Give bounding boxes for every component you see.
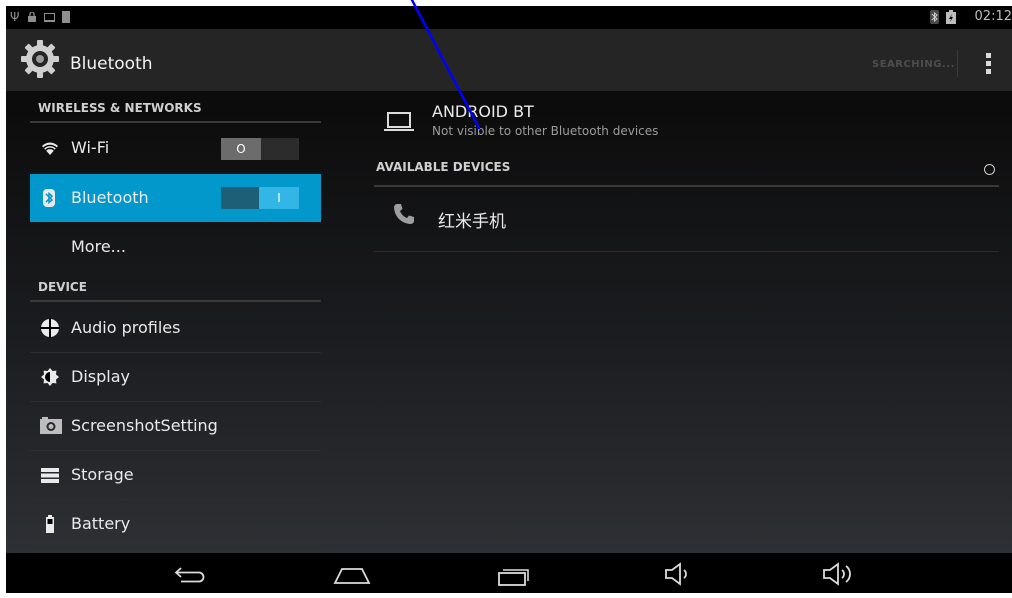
local-device-name: ANDROID BT [432,102,534,121]
clock: 02:12 [974,9,1012,24]
usb-icon: Ψ [10,10,20,24]
sidebar-item-screenshot-setting[interactable]: ScreenshotSetting [30,402,321,450]
recent-apps-icon[interactable] [497,565,531,587]
sidebar-item-wifi[interactable]: Wi-Fi O [30,124,321,172]
divider [374,185,999,187]
volume-up-icon[interactable] [822,562,858,586]
back-icon[interactable] [175,567,207,583]
battery-status-icon [946,10,956,24]
sidebar-item-label: Battery [71,514,131,533]
sidebar-item-audio-profiles[interactable]: Audio profiles [30,304,321,352]
sidebar-item-label: More... [71,237,126,256]
section-header-wireless: WIRELESS & NETWORKS [38,101,202,115]
home-icon[interactable] [333,567,371,585]
android-screen: Ψ 02:12 Bluetooth SEARCHING... WIRELESS … [6,6,1012,593]
divider [374,251,999,252]
visibility-status: Not visible to other Bluetooth devices [432,124,659,138]
divider [30,300,321,302]
battery-icon [46,515,54,533]
settings-content: WIRELESS & NETWORKS Wi-Fi O Bluetooth I … [6,91,1012,553]
display-icon [41,368,59,386]
settings-nav: WIRELESS & NETWORKS Wi-Fi O Bluetooth I … [6,91,326,553]
bluetooth-panel: ANDROID BT Not visible to other Bluetoot… [368,91,1012,553]
section-header-available: AVAILABLE DEVICES [376,160,511,174]
device-name: 红米手机 [438,212,506,232]
page-title: Bluetooth [70,54,153,74]
sidebar-item-label: ScreenshotSetting [71,416,218,435]
sidebar-item-label: Storage [71,465,134,484]
searching-button[interactable]: SEARCHING... [872,59,955,70]
divider [30,121,321,123]
screen-icon [44,13,55,22]
volume-down-icon[interactable] [664,562,692,586]
divider [30,548,321,549]
sidebar-item-battery[interactable]: Battery [30,500,321,548]
camera-icon [40,417,62,434]
lock-icon [28,12,36,22]
navigation-bar [6,553,1012,593]
settings-gear-icon[interactable] [20,39,60,79]
storage-icon [41,468,59,483]
toggle-knob: O [221,138,261,160]
laptop-icon [384,112,414,131]
action-divider [957,50,958,77]
sidebar-item-label: Wi-Fi [71,138,110,157]
sidebar-item-label: Display [71,367,130,386]
audio-profiles-icon [40,318,60,338]
sidebar-item-label: Audio profiles [71,318,181,337]
action-bar: Bluetooth SEARCHING... [6,29,1012,91]
bluetooth-status-icon [930,10,939,24]
sidebar-item-display[interactable]: Display [30,353,321,401]
sidebar-item-more[interactable]: More... [30,223,321,271]
wifi-icon [42,142,58,155]
overflow-menu-icon[interactable] [986,53,992,77]
status-bar: Ψ 02:12 [6,6,1012,29]
wifi-toggle[interactable]: O [221,138,299,160]
sidebar-item-storage[interactable]: Storage [30,451,321,499]
scanning-spinner-icon [984,164,995,175]
toggle-knob: I [259,187,299,209]
sidebar-item-label: Bluetooth [71,188,149,207]
bluetooth-toggle[interactable]: I [221,187,299,209]
sidebar-item-bluetooth[interactable]: Bluetooth I [30,174,321,222]
section-header-device: DEVICE [38,280,87,294]
bluetooth-icon [43,189,55,207]
phone-icon [394,204,414,224]
sdcard-icon [62,11,70,23]
